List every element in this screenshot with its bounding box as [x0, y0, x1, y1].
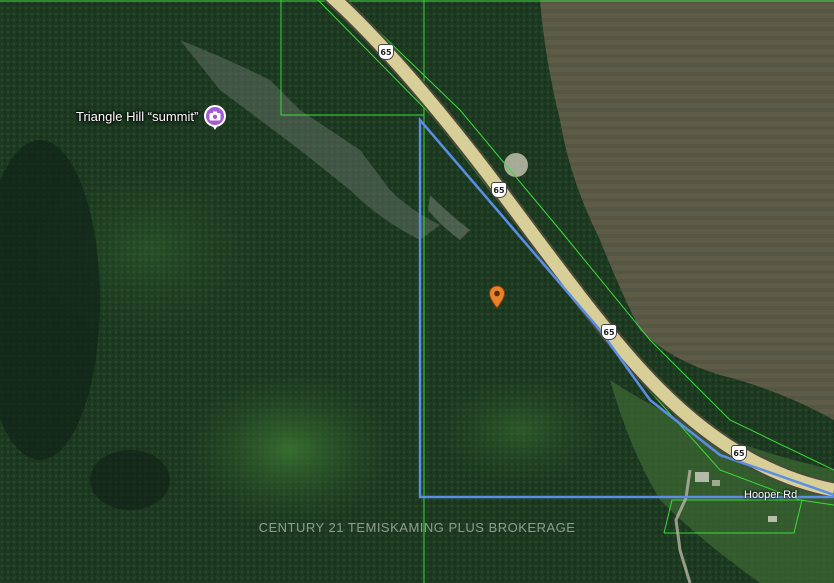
- satellite-map[interactable]: Triangle Hill “summit” 65 65 65 65 Hoope…: [0, 0, 834, 583]
- location-pin-icon[interactable]: [488, 285, 506, 314]
- road-label: Hooper Rd: [744, 489, 798, 501]
- highway-shield: 65: [601, 324, 617, 340]
- highway-shield: 65: [378, 44, 394, 60]
- poi-triangle-hill[interactable]: Triangle Hill “summit”: [76, 105, 227, 130]
- highway-shield: 65: [731, 445, 747, 461]
- watermark: CENTURY 21 TEMISKAMING PLUS BROKERAGE: [258, 520, 576, 535]
- map-imagery: [0, 0, 834, 583]
- highway-shield: 65: [491, 182, 507, 198]
- camera-icon: [204, 105, 227, 130]
- poi-label: Triangle Hill “summit”: [76, 108, 199, 124]
